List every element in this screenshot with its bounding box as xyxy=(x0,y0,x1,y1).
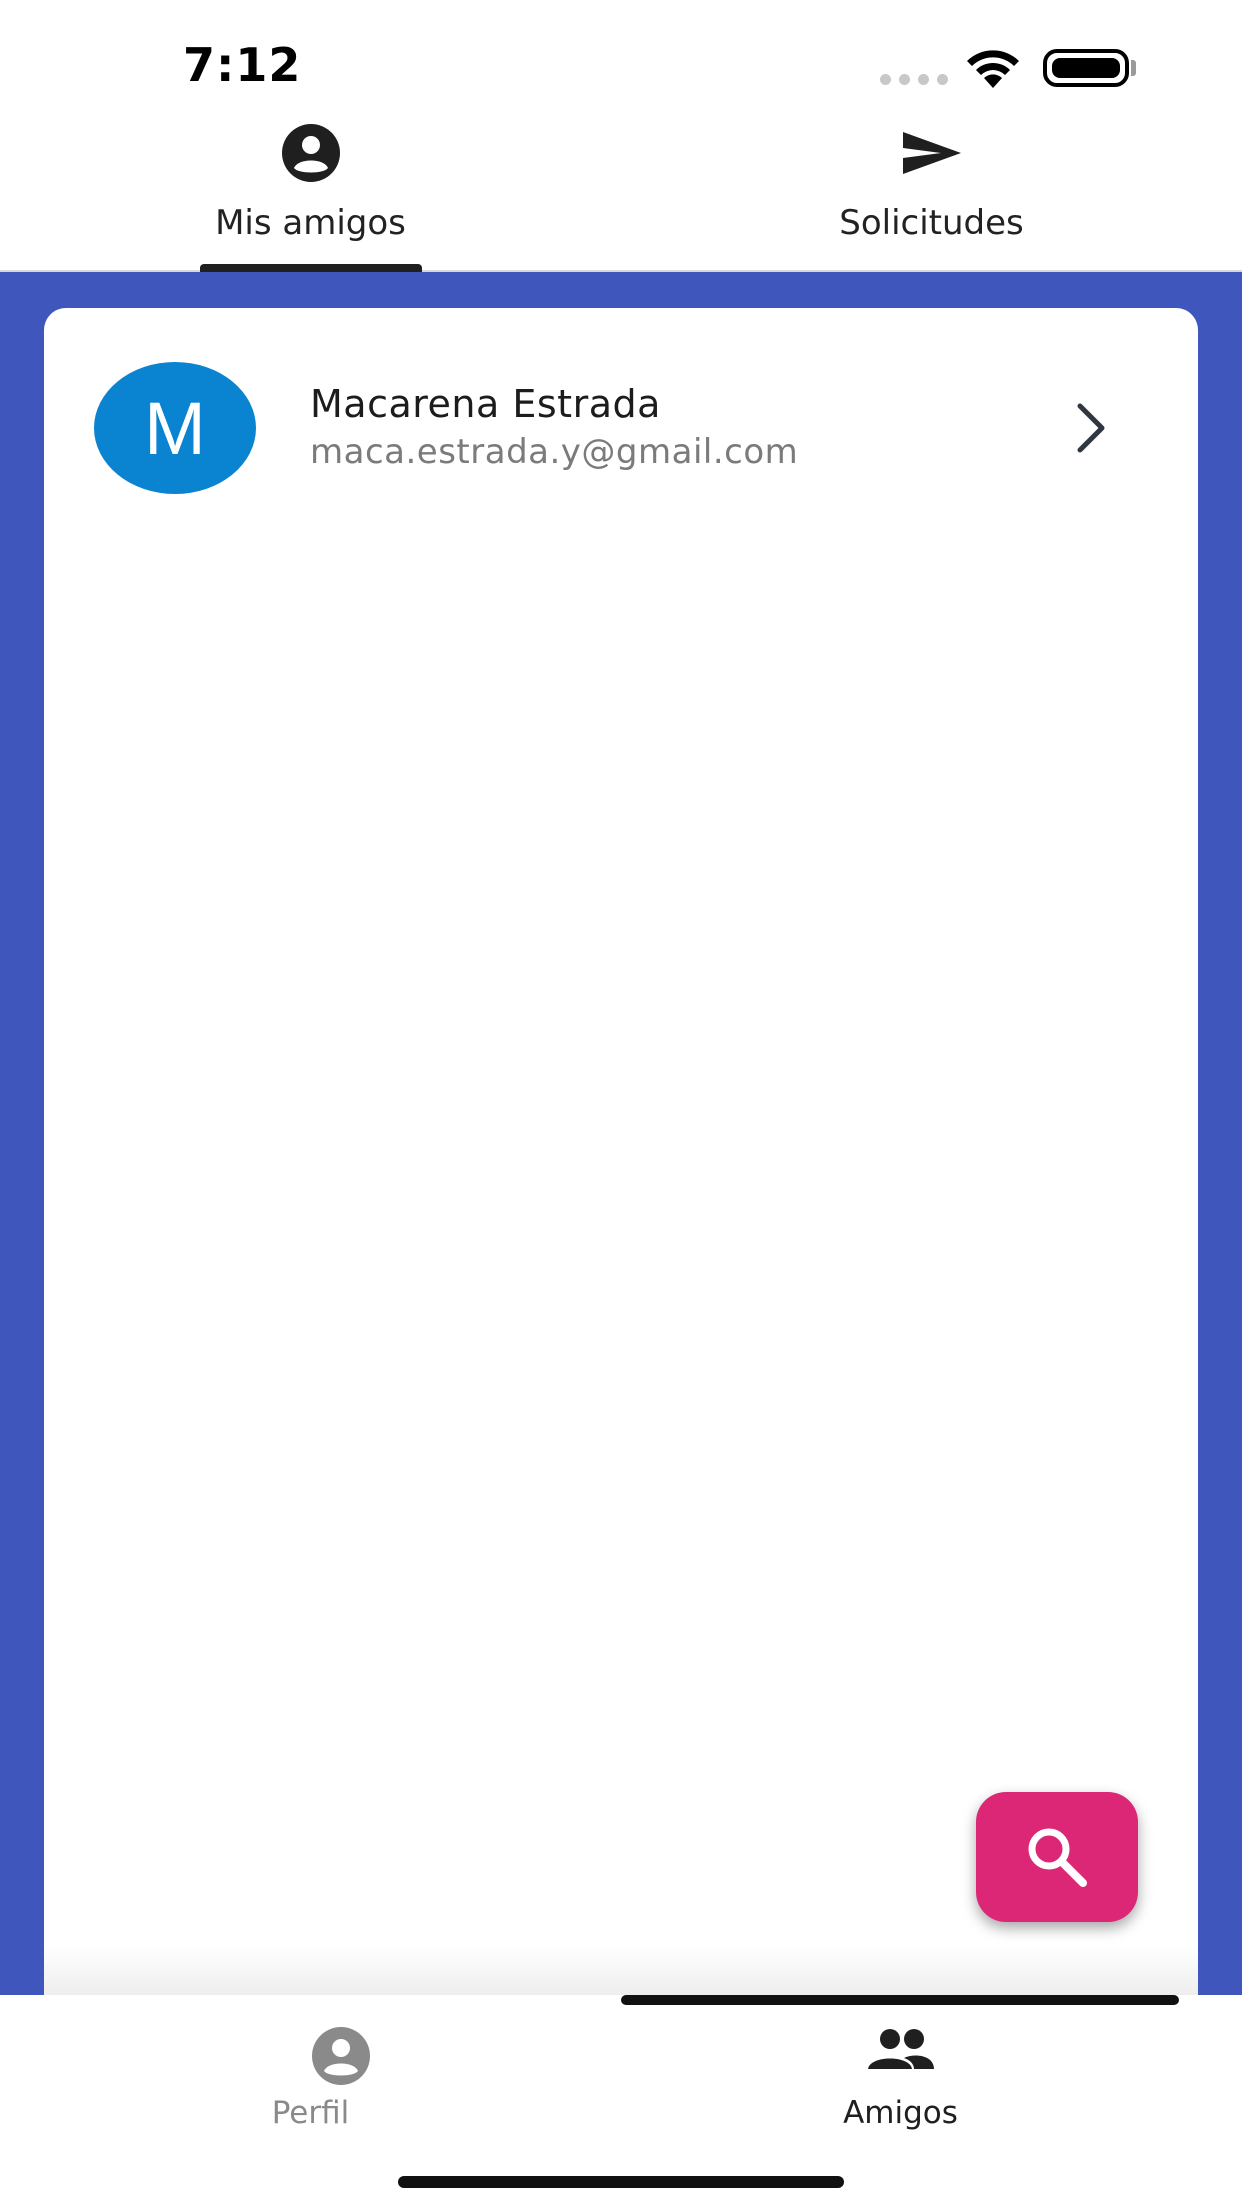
cellular-signal-icon xyxy=(880,74,948,85)
tab-solicitudes[interactable]: Solicitudes xyxy=(621,110,1242,270)
nav-label: Perfil xyxy=(271,2095,350,2131)
home-indicator[interactable] xyxy=(398,2176,844,2188)
window-divider-bar xyxy=(621,1995,1179,2005)
send-icon xyxy=(902,132,961,174)
friend-list-item[interactable]: M Macarena Estrada maca.estrada.y@gmail.… xyxy=(44,340,1198,515)
search-fab[interactable] xyxy=(976,1792,1138,1922)
status-time: 7:12 xyxy=(183,38,302,92)
tab-label: Mis amigos xyxy=(215,203,406,243)
people-icon xyxy=(867,2029,934,2069)
friend-email: maca.estrada.y@gmail.com xyxy=(310,432,799,472)
account-circle-icon xyxy=(281,124,340,182)
chevron-right-icon xyxy=(1077,403,1105,453)
search-icon xyxy=(1028,1828,1087,1887)
friend-name: Macarena Estrada xyxy=(310,382,661,426)
tab-label: Solicitudes xyxy=(839,203,1024,243)
nav-label: Amigos xyxy=(843,2095,958,2131)
tab-mis-amigos[interactable]: Mis amigos xyxy=(0,110,621,270)
friends-card xyxy=(44,308,1198,1995)
avatar: M xyxy=(94,362,256,494)
account-circle-icon xyxy=(311,2027,370,2085)
status-bar: 7:12 xyxy=(0,0,1242,110)
wifi-icon xyxy=(967,50,1019,88)
selected-tab-indicator xyxy=(200,264,422,272)
card-bottom-fade xyxy=(44,1945,1198,1995)
nav-item-perfil[interactable]: Perfil xyxy=(30,1995,651,2135)
top-tab-bar: Mis amigos Solicitudes xyxy=(0,110,1242,272)
battery-icon xyxy=(1043,49,1129,87)
nav-item-amigos[interactable]: Amigos xyxy=(590,1995,1211,2135)
battery-tip xyxy=(1131,60,1136,76)
